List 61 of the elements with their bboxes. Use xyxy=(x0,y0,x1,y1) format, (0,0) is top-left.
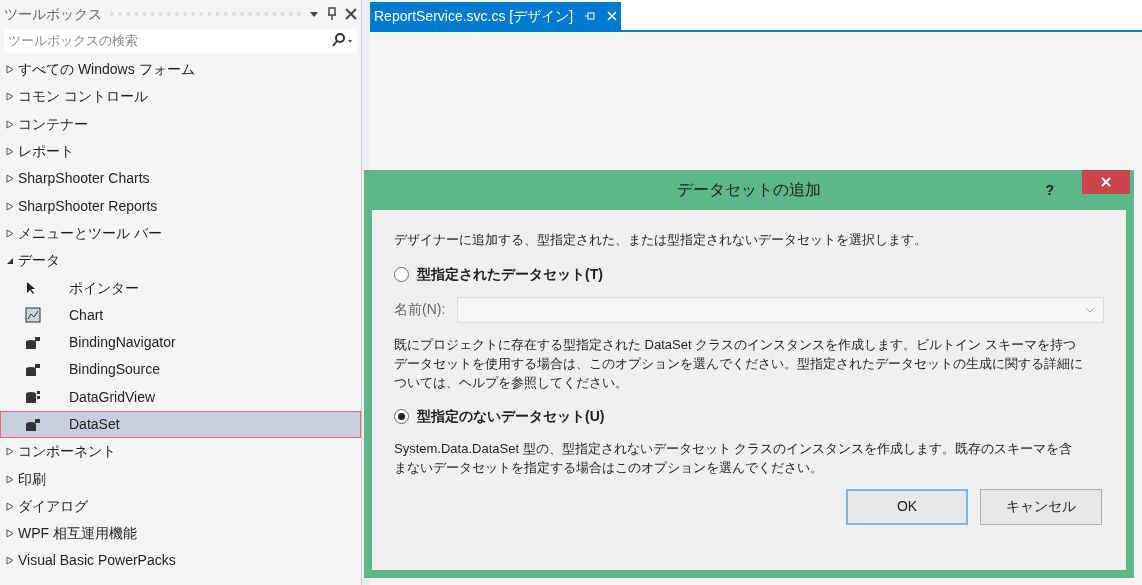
toolbox-item[interactable]: ポインター xyxy=(0,274,361,302)
toolbox-category[interactable]: 印刷 xyxy=(0,465,361,493)
dialog-title: データセットの追加 xyxy=(677,180,821,200)
search-field[interactable]: ツールボックスの検索 xyxy=(4,28,357,53)
chevron-down-icon xyxy=(1085,306,1095,313)
pointer-icon xyxy=(25,281,37,295)
toolbox-item[interactable]: BindingSource xyxy=(0,356,361,384)
database-grid-icon xyxy=(25,389,41,406)
toolbox-item[interactable]: BindingNavigator xyxy=(0,328,361,357)
radio-button[interactable] xyxy=(394,266,409,282)
collapsed-triangle-icon xyxy=(6,529,14,539)
database-icon xyxy=(25,361,41,378)
toolbox-category[interactable]: コンテナー xyxy=(0,110,361,138)
close-icon xyxy=(1101,177,1111,187)
toolbox-category[interactable]: Visual Basic PowerPacks xyxy=(0,547,361,575)
toolbox-category[interactable]: コモン コントロール xyxy=(0,83,361,111)
dialog-button[interactable]: OK xyxy=(846,488,968,525)
dropdown-icon[interactable] xyxy=(309,10,319,18)
radio-label[interactable]: 型指定されたデータセット(T) xyxy=(417,263,603,285)
toolbox-category[interactable]: SharpShooter Charts xyxy=(0,165,361,193)
intro-text: デザイナーに追加する、型指定された、または型指定されないデータセットを選択します。 xyxy=(394,231,928,249)
dialog-button[interactable]: キャンセル xyxy=(980,488,1102,525)
collapsed-triangle-icon xyxy=(6,228,14,238)
toolbox-category[interactable]: レポート xyxy=(0,137,361,166)
collapsed-triangle-icon xyxy=(6,119,14,129)
toolbox-category[interactable]: WPF 相互運用機能 xyxy=(0,520,361,548)
collapsed-triangle-icon xyxy=(6,474,14,484)
toolbox-item[interactable]: DataGridView xyxy=(0,383,361,411)
toolbox-category[interactable]: SharpShooter Reports xyxy=(0,192,361,220)
collapsed-triangle-icon xyxy=(6,92,14,102)
search-icon[interactable] xyxy=(331,33,353,47)
pin-icon[interactable] xyxy=(327,7,337,21)
collapsed-triangle-icon xyxy=(6,556,14,566)
panel-title: ツールボックス xyxy=(4,4,102,24)
radio-label[interactable]: 型指定のないデータセット(U) xyxy=(417,405,605,427)
collapsed-triangle-icon xyxy=(6,65,14,75)
radio-button[interactable] xyxy=(394,408,409,424)
toolbox-category[interactable]: データ xyxy=(0,247,361,275)
document-tab[interactable]: ReportService.svc.cs [デザイン] xyxy=(370,2,622,30)
field-label: 名前(N): xyxy=(394,300,446,319)
collapsed-triangle-icon xyxy=(6,174,14,184)
toolbox-category[interactable]: コンポーネント xyxy=(0,438,361,466)
database-icon xyxy=(25,334,41,351)
option-description: 既にプロジェクトに存在する型指定された DataSet クラスのインスタンスを作成します。ビルトイン スキーマを持つデータセットを使用する場合は、このオプションを選んでください。型指定されたデータセットの生成に関する詳細については、ヘルプを参照してください。 xyxy=(394,335,1084,392)
close-button[interactable] xyxy=(1082,170,1130,194)
toolbox-category[interactable]: すべての Windows フォーム xyxy=(0,56,361,84)
option-description: System.Data.DataSet 型の、型指定されないデータセット クラスのインスタンスを作成します。既存のスキーマを含まないデータセットを指定する場合はこのオプションを選んでください。 xyxy=(394,439,1074,477)
database-icon xyxy=(25,416,41,433)
expanded-triangle-icon xyxy=(6,256,14,265)
toolbox-category[interactable]: ダイアログ xyxy=(0,492,361,521)
pin-icon[interactable] xyxy=(585,12,596,20)
collapsed-triangle-icon xyxy=(6,201,14,211)
toolbox-category[interactable]: メニューとツール バー xyxy=(0,219,361,248)
collapsed-triangle-icon xyxy=(6,447,14,457)
toolbox-item[interactable]: Chart xyxy=(0,301,361,329)
help-button[interactable]: ? xyxy=(1045,179,1054,201)
chart-icon xyxy=(25,307,41,324)
collapsed-triangle-icon xyxy=(6,501,14,511)
toolbox-item[interactable]: DataSet xyxy=(0,410,361,439)
close-icon[interactable] xyxy=(345,8,357,20)
collapsed-triangle-icon xyxy=(6,147,14,157)
